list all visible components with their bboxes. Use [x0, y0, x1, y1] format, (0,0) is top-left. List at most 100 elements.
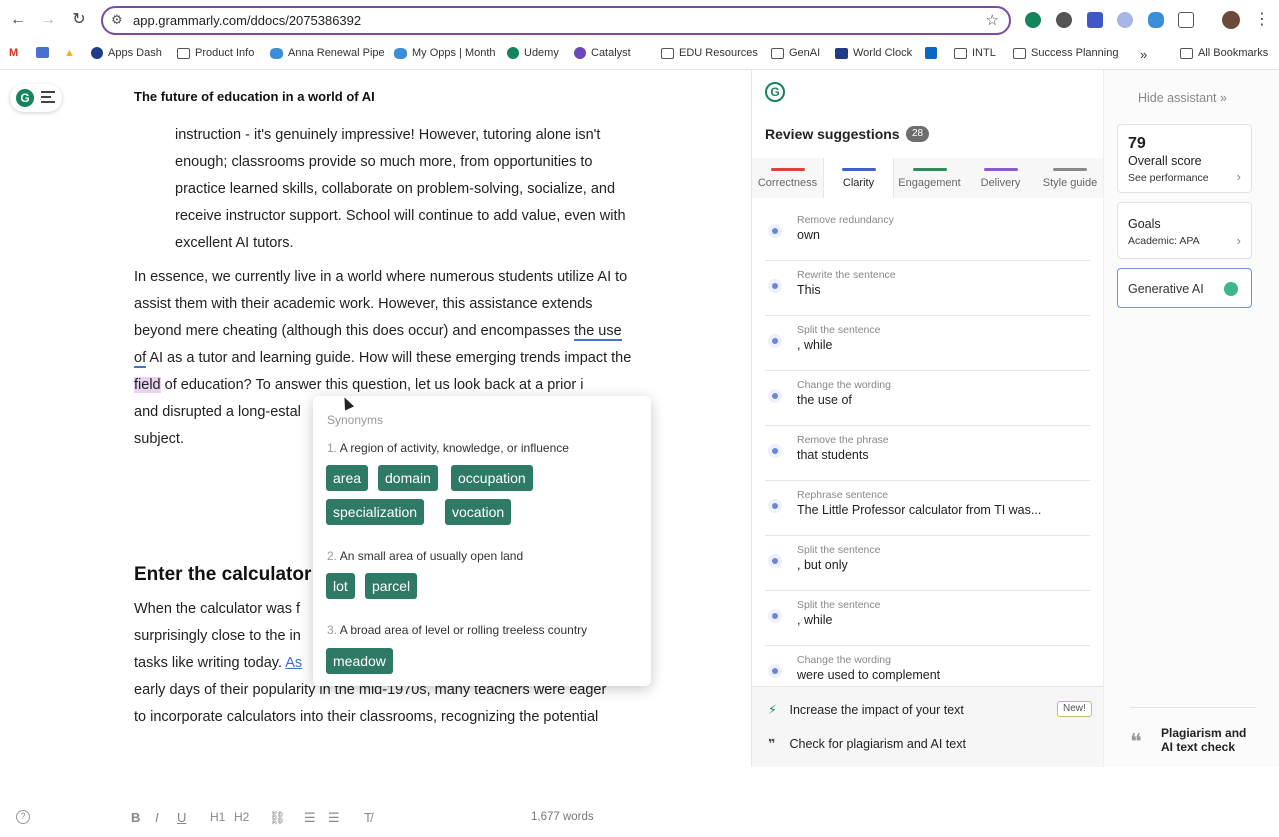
lightning-icon: ⚡	[768, 703, 777, 717]
tab-style-guide[interactable]: Style guide	[1036, 158, 1104, 198]
clarity-dot-icon	[768, 334, 782, 348]
synonym-chip[interactable]: lot	[326, 573, 355, 599]
tab-delivery[interactable]: Delivery	[965, 158, 1036, 198]
clarity-dot-icon	[768, 609, 782, 623]
suggestion-card[interactable]: Remove the phrase that students	[765, 426, 1090, 481]
bookmark-anna-renewal-pipe[interactable]: Anna Renewal Pipe	[270, 47, 385, 59]
bookmark-genai[interactable]: GenAI	[771, 47, 820, 59]
overall-score-card[interactable]: 79 Overall score See performance ›	[1117, 124, 1252, 193]
section-heading[interactable]: Enter the calculator	[134, 564, 311, 586]
heading1-button[interactable]: H1	[210, 810, 225, 824]
increase-impact-button[interactable]: ⚡ Increase the impact of your text	[768, 702, 964, 717]
tab-clarity[interactable]: Clarity	[823, 158, 894, 198]
back-icon[interactable]: ←	[8, 10, 28, 30]
grammarly-extension-icon[interactable]	[1025, 12, 1041, 28]
underline-button[interactable]: U	[177, 810, 186, 825]
extension-icon[interactable]	[1087, 12, 1103, 28]
block-quote[interactable]: instruction - it's genuinely impressive!…	[175, 122, 645, 257]
clarity-dot-icon	[768, 499, 782, 513]
puzzle-extensions-icon[interactable]	[1178, 12, 1194, 28]
sense-text: A broad area of level or rolling treeles…	[339, 623, 588, 637]
bookmark-intl[interactable]: INTL	[954, 47, 996, 59]
suggestion-text: , while	[797, 613, 833, 627]
bookmark-world-clock[interactable]: World Clock	[835, 47, 912, 59]
menu-lines-icon	[41, 91, 55, 103]
synonym-chip[interactable]: vocation	[445, 499, 512, 525]
check-plagiarism-button[interactable]: ❞ Check for plagiarism and AI text	[768, 736, 966, 751]
text-run: AI as a tutor and learning guide. How wi…	[146, 350, 632, 366]
plagiarism-check-button[interactable]: Plagiarism and AI text check	[1161, 726, 1261, 754]
synonyms-header: Synonyms	[327, 413, 384, 427]
forward-icon[interactable]: →	[38, 10, 58, 30]
heading2-button[interactable]: H2	[234, 810, 249, 824]
synonym-chip[interactable]: meadow	[326, 648, 393, 674]
synonym-chip[interactable]: area	[326, 465, 369, 491]
synonym-chip[interactable]: domain	[378, 465, 438, 491]
salesforce-extension-icon[interactable]	[1148, 12, 1164, 28]
sense-number: 1.	[327, 441, 338, 455]
see-performance-link[interactable]: See performance	[1128, 172, 1209, 184]
bookmark-apps-dash[interactable]: Apps Dash	[91, 47, 162, 59]
bookmark-success-planning[interactable]: Success Planning	[1013, 47, 1118, 59]
generative-ai-label: Generative AI	[1128, 282, 1204, 296]
help-icon[interactable]: ?	[16, 810, 30, 824]
suggestion-card[interactable]: Split the sentence , while	[765, 316, 1090, 371]
suggestion-card[interactable]: Rephrase sentence The Little Professor ca…	[765, 481, 1090, 536]
bookmark-catalyst[interactable]: Catalyst	[574, 47, 631, 59]
address-bar[interactable]: ⚙ app.grammarly.com/ddocs/2075386392 ☆	[101, 6, 1011, 35]
suggestion-card[interactable]: Rewrite the sentence This	[765, 261, 1090, 316]
numbered-list-icon[interactable]: ☰	[304, 810, 316, 826]
bulleted-list-icon[interactable]: ☰	[328, 810, 340, 826]
clarity-dot-icon	[768, 554, 782, 568]
bookmark-product-info[interactable]: Product Info	[177, 47, 254, 59]
link-icon[interactable]: ⛓	[269, 810, 286, 826]
citation-link[interactable]: As	[285, 655, 302, 671]
drive-icon[interactable]: ▲	[64, 47, 75, 59]
suggestion-card[interactable]: Change the wording were used to complemen…	[765, 646, 1090, 686]
suggestion-card[interactable]: Split the sentence , but only	[765, 536, 1090, 591]
assistant-panel: G Review suggestions 28 Correctness Clar…	[751, 70, 1104, 767]
folder-icon	[771, 47, 784, 59]
settings-extension-icon[interactable]	[1056, 12, 1072, 28]
extension-icon[interactable]	[1117, 12, 1133, 28]
suggestion-card[interactable]: Change the wording the use of	[765, 371, 1090, 426]
gmail-icon[interactable]: M	[9, 47, 18, 59]
bookmark-star-icon[interactable]: ☆	[986, 11, 999, 29]
italic-button[interactable]: I	[155, 810, 159, 825]
site-info-icon[interactable]: ⚙	[111, 12, 123, 28]
grammarly-floating-button[interactable]: G	[10, 84, 62, 112]
selected-word[interactable]: field	[134, 377, 161, 393]
document-title[interactable]: The future of education in a world of AI	[134, 89, 375, 104]
suggestion-card[interactable]: Remove redundancy own	[765, 206, 1090, 261]
hide-assistant-button[interactable]: Hide assistant »	[1138, 91, 1227, 105]
synonym-chip[interactable]: occupation	[451, 465, 533, 491]
bookmark-udemy[interactable]: Udemy	[507, 47, 559, 59]
bookmark-my-opps[interactable]: My Opps | Month	[394, 47, 496, 59]
more-bookmarks-icon[interactable]: »	[1140, 47, 1147, 62]
text-run: surprisingly close to the in	[134, 628, 301, 644]
suggestion-type: Split the sentence	[797, 599, 881, 611]
word-count[interactable]: 1,677 words	[531, 811, 594, 823]
goals-card[interactable]: Goals Academic: APA ›	[1117, 202, 1252, 259]
menu-kebab-icon[interactable]: ⋮	[1252, 10, 1272, 30]
sense-definition: 3. A broad area of level or rolling tree…	[327, 623, 587, 637]
reload-icon[interactable]: ↻	[69, 10, 89, 30]
tab-engagement[interactable]: Engagement	[894, 158, 965, 198]
suggestion-card[interactable]: Split the sentence , while	[765, 591, 1090, 646]
profile-avatar[interactable]	[1222, 11, 1240, 29]
synonym-chip[interactable]: specialization	[326, 499, 425, 525]
tab-correctness[interactable]: Correctness	[752, 158, 823, 198]
format-toolbar: ? B I U H1 H2 ⛓ ☰ ☰ T̸ 1,677 words	[0, 806, 751, 837]
linkedin-icon[interactable]	[925, 47, 937, 59]
generative-ai-button[interactable]: Generative AI	[1117, 268, 1252, 308]
synonym-chip[interactable]: parcel	[365, 573, 418, 599]
bold-button[interactable]: B	[131, 810, 140, 825]
clarity-dot-icon	[768, 389, 782, 403]
clarity-dot-icon	[768, 444, 782, 458]
extension-bookmark-icon[interactable]	[36, 47, 49, 58]
text-run: to incorporate calculators into their cl…	[134, 709, 599, 725]
bookmark-all-bookmarks[interactable]: All Bookmarks	[1180, 47, 1268, 59]
sense-text: A region of activity, knowledge, or infl…	[339, 441, 569, 455]
bookmark-edu-resources[interactable]: EDU Resources	[661, 47, 758, 59]
clear-format-icon[interactable]: T̸	[364, 810, 372, 825]
